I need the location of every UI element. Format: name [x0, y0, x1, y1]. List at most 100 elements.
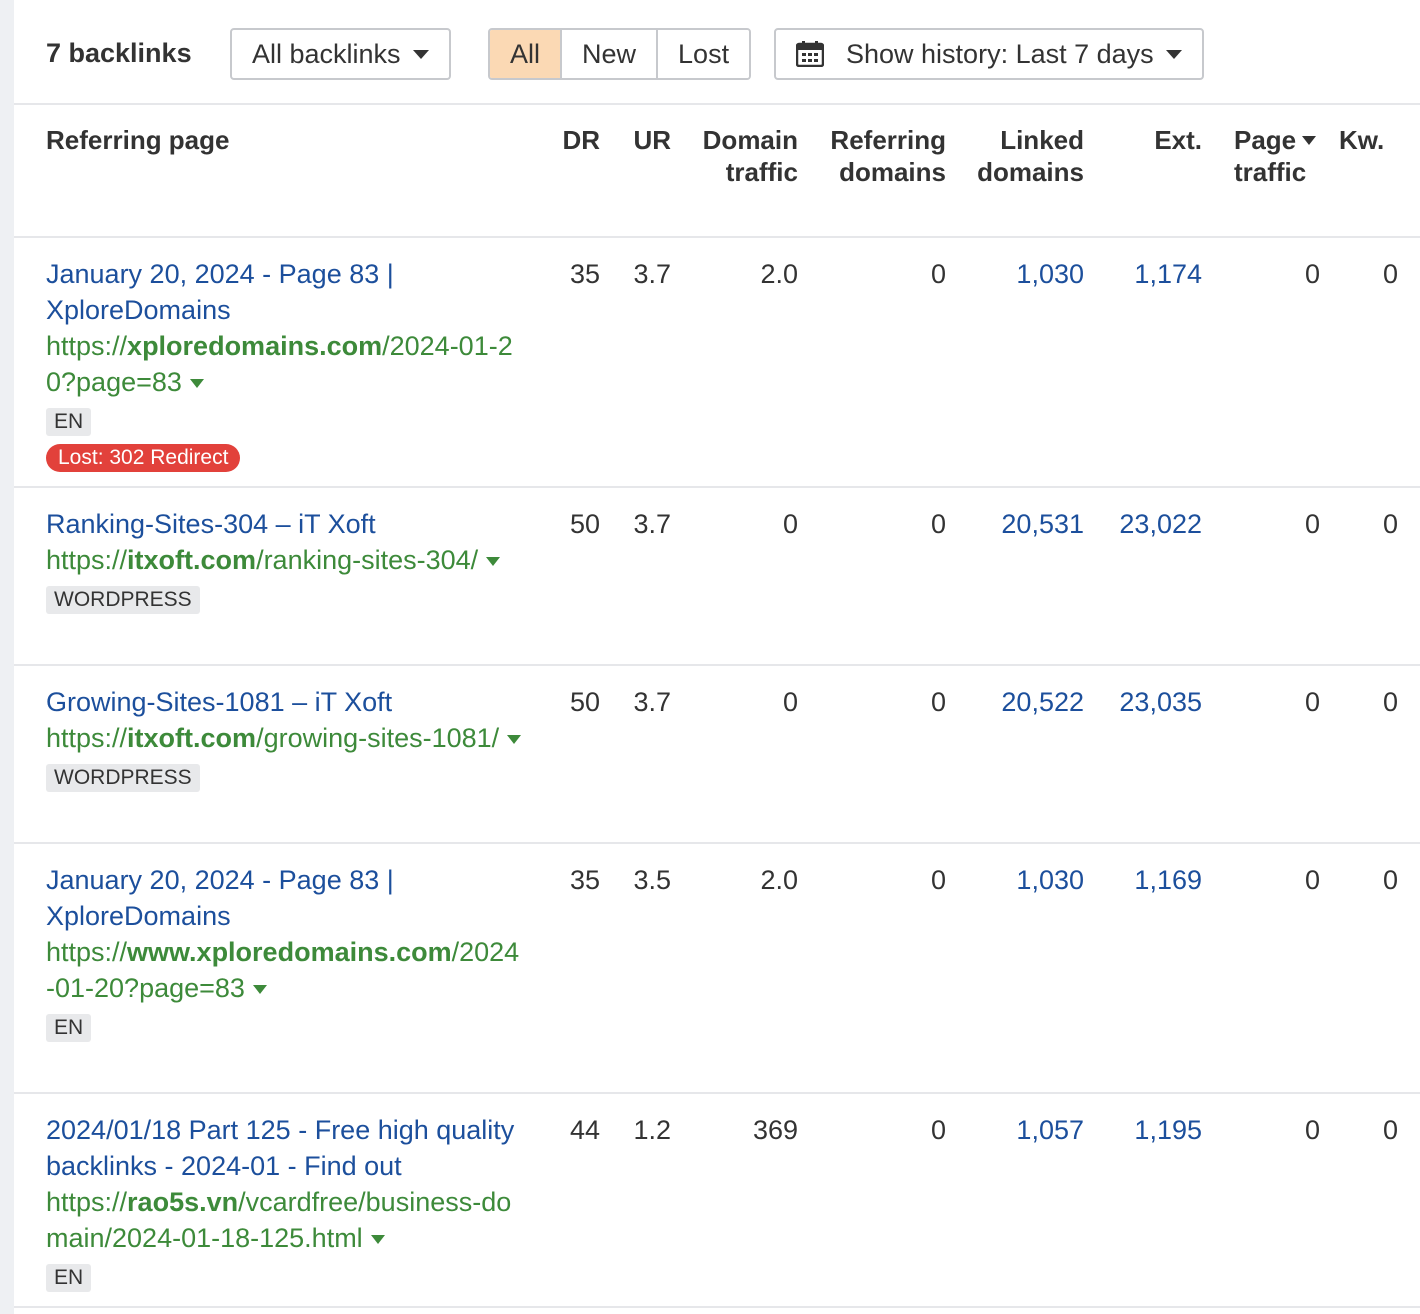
ur-value: 3.7: [633, 509, 671, 539]
referring-page-cell: January 20, 2024 - Page 83 | XploreDomai…: [46, 256, 526, 472]
language-tag: EN: [46, 1014, 92, 1042]
page-url-link[interactable]: https://itxoft.com/ranking-sites-304/: [46, 542, 526, 578]
toolbar: 7 backlinks All backlinks All New Lost S…: [14, 0, 1420, 105]
col-linked-domains[interactable]: Linked domains: [977, 124, 1084, 188]
language-tag: EN: [46, 1264, 92, 1292]
linked-domains-link[interactable]: 20,531: [1001, 506, 1084, 542]
ext-links-link[interactable]: 23,022: [1119, 506, 1202, 542]
col-ext[interactable]: Ext.: [1154, 124, 1202, 156]
ur-value: 3.7: [633, 259, 671, 289]
col-page-traffic-line1: Page: [1234, 124, 1317, 156]
col-referring-domains[interactable]: Referring domains: [830, 124, 946, 188]
page-traffic-value: 0: [1304, 1115, 1320, 1145]
col-page-traffic-label: Page: [1234, 125, 1297, 155]
page-url-link[interactable]: https://itxoft.com/growing-sites-1081/: [46, 720, 526, 756]
backlinks-panel: 7 backlinks All backlinks All New Lost S…: [14, 0, 1420, 1314]
history-dropdown[interactable]: Show history: Last 7 days: [774, 28, 1204, 80]
lost-status-badge: Lost: 302 Redirect: [46, 444, 241, 472]
referring-domains-value: 0: [930, 865, 946, 895]
chevron-down-icon[interactable]: [507, 735, 522, 744]
segment-control: All New Lost: [488, 28, 752, 80]
table-row: January 20, 2024 - Page 83 | XploreDomai…: [14, 844, 1420, 1094]
sort-desc-icon: [1302, 136, 1317, 145]
col-page-traffic[interactable]: Page traffic: [1234, 124, 1317, 188]
referring-domains-value: 0: [930, 1115, 946, 1145]
col-domain-traffic[interactable]: Domain traffic: [703, 124, 798, 188]
page-url-link[interactable]: https://rao5s.vn/vcardfree/business-doma…: [46, 1184, 526, 1256]
page-title-link[interactable]: 2024/01/18 Part 125 - Free high quality …: [46, 1112, 526, 1184]
referring-page-cell: 2024/01/18 Part 125 - Free high quality …: [46, 1112, 526, 1292]
url-path: /ranking-sites-304/: [256, 545, 479, 575]
ur-value: 3.5: [633, 865, 671, 895]
backlinks-filter-dropdown[interactable]: All backlinks: [230, 28, 451, 80]
ext-links-link[interactable]: 23,035: [1119, 684, 1202, 720]
cms-tag: WORDPRESS: [46, 764, 200, 792]
referring-domains-value: 0: [930, 259, 946, 289]
referring-domains-value: 0: [930, 687, 946, 717]
col-referring-domains-line2: domains: [839, 157, 946, 187]
col-domain-traffic-line1: Domain: [702, 125, 798, 155]
page-title-link[interactable]: Growing-Sites-1081 – iT Xoft: [46, 684, 526, 720]
chevron-down-icon: [1165, 49, 1182, 59]
page-traffic-value: 0: [1304, 259, 1320, 289]
url-prefix: https://: [46, 331, 128, 361]
backlinks-count-title: 7 backlinks: [46, 38, 192, 68]
cms-tag: WORDPRESS: [46, 586, 200, 614]
url-prefix: https://: [46, 545, 128, 575]
chevron-down-icon[interactable]: [370, 1235, 385, 1244]
domain-traffic-value: 369: [752, 1115, 798, 1145]
url-domain: itxoft.com: [127, 545, 257, 575]
history-dropdown-label: Show history: Last 7 days: [846, 38, 1154, 69]
chevron-down-icon[interactable]: [486, 557, 501, 566]
col-page-traffic-line2: traffic: [1234, 157, 1307, 187]
table-row: January 20, 2024 - Page 83 | XploreDomai…: [14, 238, 1420, 488]
page-title-link[interactable]: January 20, 2024 - Page 83 | XploreDomai…: [46, 256, 526, 328]
url-domain: itxoft.com: [127, 723, 257, 753]
keywords-value: 0: [1382, 509, 1398, 539]
calendar-icon: [796, 41, 824, 67]
segment-lost[interactable]: Lost: [658, 30, 750, 78]
linked-domains-link[interactable]: 1,057: [1016, 1112, 1084, 1148]
segment-all[interactable]: All: [490, 30, 563, 78]
referring-domains-value: 0: [930, 509, 946, 539]
col-domain-traffic-line2: traffic: [725, 157, 798, 187]
page-url-link[interactable]: https://xploredomains.com/2024-01-20?pag…: [46, 328, 526, 400]
col-dr[interactable]: DR: [562, 124, 600, 156]
table-row: Growing-Sites-1081 – iT Xoft https://itx…: [14, 666, 1420, 844]
url-prefix: https://: [46, 937, 128, 967]
chevron-down-icon[interactable]: [189, 379, 204, 388]
url-path: /growing-sites-1081/: [256, 723, 500, 753]
col-ur[interactable]: UR: [633, 124, 671, 156]
url-prefix: https://: [46, 1187, 128, 1217]
page-url-link[interactable]: https://www.xploredomains.com/2024-01-20…: [46, 934, 526, 1006]
dr-value: 35: [569, 259, 600, 289]
keywords-value: 0: [1382, 865, 1398, 895]
keywords-value: 0: [1382, 687, 1398, 717]
page-traffic-value: 0: [1304, 509, 1320, 539]
chevron-down-icon: [412, 49, 429, 59]
col-referring-domains-line1: Referring: [830, 125, 946, 155]
ext-links-link[interactable]: 1,174: [1134, 256, 1202, 292]
page-traffic-value: 0: [1304, 687, 1320, 717]
segment-new[interactable]: New: [562, 30, 659, 78]
col-referring-page[interactable]: Referring page: [46, 124, 230, 156]
referring-page-cell: January 20, 2024 - Page 83 | XploreDomai…: [46, 862, 526, 1042]
linked-domains-link[interactable]: 1,030: [1016, 862, 1084, 898]
linked-domains-link[interactable]: 1,030: [1016, 256, 1084, 292]
backlinks-filter-label: All backlinks: [252, 38, 401, 69]
ext-links-link[interactable]: 1,195: [1134, 1112, 1202, 1148]
col-kw[interactable]: Kw.: [1339, 124, 1384, 156]
domain-traffic-value: 0: [782, 509, 798, 539]
dr-value: 50: [569, 687, 600, 717]
page-title-link[interactable]: January 20, 2024 - Page 83 | XploreDomai…: [46, 862, 526, 934]
page-title-link[interactable]: Ranking-Sites-304 – iT Xoft: [46, 506, 526, 542]
dr-value: 50: [569, 509, 600, 539]
referring-page-cell: Growing-Sites-1081 – iT Xoft https://itx…: [46, 684, 526, 792]
col-linked-domains-line1: Linked: [1000, 125, 1084, 155]
domain-traffic-value: 2.0: [760, 865, 798, 895]
dr-value: 35: [569, 865, 600, 895]
linked-domains-link[interactable]: 20,522: [1001, 684, 1084, 720]
domain-traffic-value: 0: [782, 687, 798, 717]
chevron-down-icon[interactable]: [252, 985, 267, 994]
ext-links-link[interactable]: 1,169: [1134, 862, 1202, 898]
